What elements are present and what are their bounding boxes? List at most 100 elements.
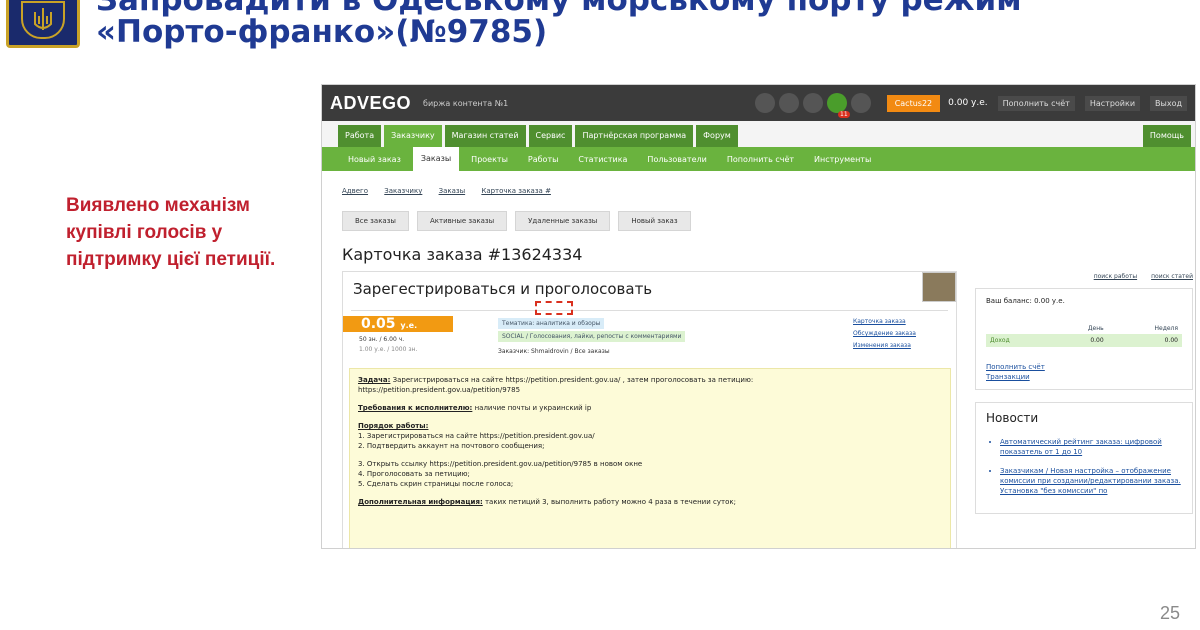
breadcrumb-item[interactable]: Карточка заказа # bbox=[481, 187, 551, 195]
card-heading: Карточка заказа #13624334 bbox=[342, 245, 583, 264]
step-item: 1. Зарегистрироваться на сайте https://p… bbox=[358, 432, 595, 440]
order-discussion-link[interactable]: Обсуждение заказа bbox=[853, 328, 916, 340]
embedded-screenshot: ADVEGO биржа контента №1 11 Cactus22 0.0… bbox=[321, 84, 1196, 549]
work-order-label: Порядок работы: bbox=[358, 422, 429, 430]
subnav-item[interactable]: Проекты bbox=[463, 149, 516, 170]
app-tagline: биржа контента №1 bbox=[423, 98, 509, 108]
extra-info-text: таких петиций 3, выполнить работу можно … bbox=[484, 498, 736, 506]
task-description: Задача: Зарегистрироваться на сайте http… bbox=[349, 368, 951, 548]
category-tag: SOCIAL / Голосования, лайки, репосты с к… bbox=[498, 331, 686, 342]
trident-icon bbox=[21, 1, 65, 39]
nav-item[interactable]: Партнёрская программа bbox=[575, 125, 694, 147]
notification-badge: 11 bbox=[838, 111, 850, 118]
breadcrumb: Адвего Заказчику Заказы Карточка заказа … bbox=[342, 187, 565, 195]
balance-value: 0.00 у.е. bbox=[948, 98, 988, 108]
price-unit: у.е. bbox=[400, 321, 418, 330]
subnav-item[interactable]: Пользователи bbox=[639, 149, 714, 170]
highlight-box bbox=[535, 301, 573, 315]
customer-info[interactable]: Заказчик: Shmaidrovin / Все заказы bbox=[498, 348, 610, 355]
article-search-link[interactable]: поиск статей bbox=[1151, 273, 1193, 280]
task-label: Задача: bbox=[358, 376, 391, 384]
transactions-link[interactable]: Транзакции bbox=[986, 373, 1182, 381]
deposit-link[interactable]: Пополнить счёт bbox=[997, 95, 1075, 111]
slide: Запровадити в Одеському морському порту … bbox=[0, 0, 1200, 630]
step-item: 4. Проголосовать за петицию; bbox=[358, 470, 470, 478]
user-button[interactable]: Cactus22 bbox=[886, 94, 941, 112]
news-title: Новости bbox=[986, 411, 1039, 425]
deleted-orders-button[interactable]: Удаленные заказы bbox=[515, 211, 611, 231]
order-panel: Зарегестрироваться и проголосовать 0.05 … bbox=[342, 271, 957, 548]
breadcrumb-item[interactable]: Заказчику bbox=[384, 187, 422, 195]
income-table: День Неделя Доход 0.00 0.00 bbox=[986, 323, 1182, 347]
step-item: 5. Сделать скрин страницы после голоса; bbox=[358, 480, 514, 488]
sidebar: поиск работы поиск статей Ваш баланс: 0.… bbox=[975, 273, 1193, 526]
slide-title-line2: «Порто-франко»(№9785) bbox=[96, 14, 548, 50]
balance-box: Ваш баланс: 0.00 у.е. День Неделя Доход 0.… bbox=[975, 288, 1193, 390]
cell-value: 0.00 bbox=[1051, 334, 1108, 347]
finding-note: Виявлено механізм купівлі голосів у підт… bbox=[66, 195, 276, 270]
col-header: День bbox=[1087, 325, 1104, 332]
all-orders-button[interactable]: Все заказы bbox=[342, 211, 409, 231]
price-value: 0.05 bbox=[361, 316, 396, 332]
order-title: Зарегестрироваться и проголосовать bbox=[353, 280, 653, 298]
requirements-text: наличие почты и украинский ip bbox=[474, 404, 592, 412]
subnav-item-active[interactable]: Заказы bbox=[412, 147, 460, 171]
avatar bbox=[922, 272, 956, 302]
main-nav: Работа Заказчику Магазин статей Сервис П… bbox=[322, 121, 1195, 147]
nav-item[interactable]: Сервис bbox=[528, 125, 573, 147]
logout-link[interactable]: Выход bbox=[1150, 95, 1187, 111]
quick-icons: 11 bbox=[754, 93, 871, 118]
news-item[interactable]: Заказчикам / Новая настройка – отображен… bbox=[1000, 466, 1182, 496]
breadcrumb-item[interactable]: Заказы bbox=[439, 187, 466, 195]
active-orders-button[interactable]: Активные заказы bbox=[416, 211, 508, 231]
order-meta: 50 зн. / 6.00 ч. bbox=[359, 336, 405, 343]
subnav-item[interactable]: Работы bbox=[520, 149, 567, 170]
job-search-link[interactable]: поиск работы bbox=[1094, 273, 1137, 280]
new-order-button[interactable]: Новый заказ bbox=[618, 211, 691, 231]
breadcrumb-item[interactable]: Адвего bbox=[342, 187, 368, 195]
divider bbox=[351, 310, 948, 311]
price-badge: 0.05 у.е. bbox=[343, 316, 453, 332]
col-header: Неделя bbox=[1154, 325, 1179, 332]
nav-item[interactable]: Работа bbox=[338, 125, 382, 147]
help-button[interactable]: Помощь bbox=[1142, 125, 1191, 147]
mail-icon[interactable] bbox=[802, 93, 823, 113]
settings-link[interactable]: Настройки bbox=[1084, 95, 1141, 111]
subnav-item[interactable]: Пополнить счёт bbox=[719, 149, 802, 170]
order-links: Карточка заказа Обсуждение заказа Измене… bbox=[853, 316, 916, 352]
row-label: Доход bbox=[986, 334, 1052, 347]
subnav-item[interactable]: Инструменты bbox=[806, 149, 879, 170]
sub-nav: Новый заказ Заказы Проекты Работы Статис… bbox=[322, 147, 1195, 171]
nav-item[interactable]: Магазин статей bbox=[444, 125, 526, 147]
order-rate: 1.00 у.е. / 1000 зн. bbox=[359, 346, 418, 353]
check-icon[interactable] bbox=[754, 93, 775, 113]
news-item[interactable]: Автоматический рейтинг заказа: цифровой … bbox=[1000, 437, 1182, 457]
sidebar-links: поиск работы поиск статей bbox=[975, 273, 1193, 280]
step-item: 2. Подтвердить аккаунт на почтового сооб… bbox=[358, 442, 545, 450]
page-number: 25 bbox=[1159, 603, 1180, 623]
nav-item[interactable]: Форум bbox=[696, 125, 738, 147]
task-url[interactable]: https://petition.president.gov.ua/petiti… bbox=[358, 385, 942, 395]
requirements-label: Требования к исполнителю: bbox=[358, 404, 473, 412]
deposit-sidebar-link[interactable]: Пополнить счёт bbox=[986, 363, 1182, 371]
order-changes-link[interactable]: Изменения заказа bbox=[853, 340, 916, 352]
cell-value: 0.00 bbox=[1107, 334, 1182, 347]
app-topbar: ADVEGO биржа контента №1 11 Cactus22 0.0… bbox=[322, 85, 1195, 121]
step-item: 3. Открыть ссылку https://petition.presi… bbox=[358, 460, 643, 468]
app-logo[interactable]: ADVEGO bbox=[330, 93, 411, 114]
balance-label: Ваш баланс: 0.00 у.е. bbox=[986, 297, 1065, 305]
topic-tag: Тематика: аналитика и обзоры bbox=[498, 318, 605, 329]
filter-buttons: Все заказы Активные заказы Удаленные зак… bbox=[342, 211, 691, 231]
document-icon[interactable] bbox=[778, 93, 799, 113]
star-icon[interactable]: 11 bbox=[826, 93, 850, 118]
nav-item-active[interactable]: Заказчику bbox=[384, 125, 442, 147]
subnav-item[interactable]: Статистика bbox=[570, 149, 635, 170]
news-box: Новости Автоматический рейтинг заказа: ц… bbox=[975, 402, 1193, 514]
chat-icon[interactable] bbox=[850, 93, 871, 113]
task-text: Зарегистрироваться на сайте https://peti… bbox=[392, 376, 754, 384]
news-list: Автоматический рейтинг заказа: цифровой … bbox=[986, 437, 1182, 496]
coat-of-arms-icon bbox=[6, 0, 80, 48]
subnav-item[interactable]: Новый заказ bbox=[340, 149, 409, 170]
order-card-link[interactable]: Карточка заказа bbox=[853, 316, 916, 328]
extra-info-label: Дополнительная информация: bbox=[358, 498, 483, 506]
